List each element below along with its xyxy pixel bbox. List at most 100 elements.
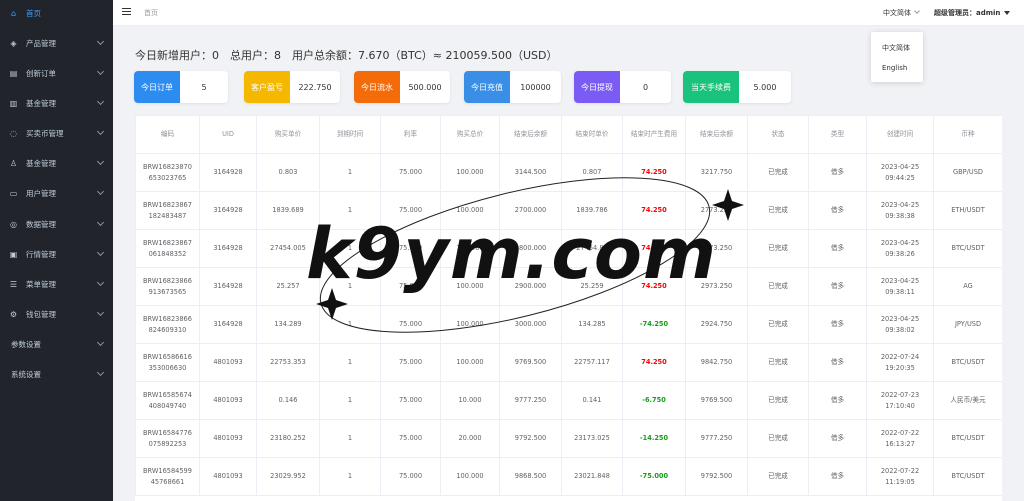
table-row[interactable]: BRW16823870 653023765 3164928 0.803 1 75.000… xyxy=(135,153,1002,192)
sidebar-item-2[interactable]: ▤ 创新订单 xyxy=(0,58,113,88)
table-cell: 4801093 xyxy=(199,381,257,420)
stat-card: 今日提现 0 xyxy=(574,71,671,103)
sidebar-item-label: 基金管理 xyxy=(26,158,56,168)
table-cell: 0.803 xyxy=(256,153,320,192)
table-cell: 2700.000 xyxy=(499,191,562,230)
table-row[interactable]: BRW16584599 45768661 4801093 23029.952 1 75.… xyxy=(135,457,1002,496)
sidebar-item-0[interactable]: ⌂ 首页 xyxy=(0,0,113,28)
table-cell: 23021.848 xyxy=(561,457,623,496)
table-cell: 2023-04-25 09:38:02 xyxy=(866,305,934,344)
sidebar-item-label: 参数设置 xyxy=(11,339,41,349)
table-cell: 100.000 xyxy=(440,267,500,306)
chevron-down-icon xyxy=(96,368,105,377)
sidebar-item-10[interactable]: ⚙ 钱包管理 xyxy=(0,299,113,329)
table-cell: 1 xyxy=(319,305,381,344)
table-cell: 4801093 xyxy=(199,457,257,496)
table-cell: 1 xyxy=(319,419,381,458)
table-cell: 75.000 xyxy=(380,419,441,458)
chevron-down-icon xyxy=(96,338,105,347)
table-cell: 1 xyxy=(319,229,381,268)
table-cell: BTC/USDT xyxy=(933,343,1002,382)
table-cell: 借多 xyxy=(808,381,867,420)
admin-menu[interactable]: 超级管理员：admin xyxy=(934,8,1011,18)
table-row[interactable]: BRW16823867 182483487 3164928 1839.689 1 75.… xyxy=(135,191,1002,230)
table-cell: 0.141 xyxy=(561,381,623,420)
sidebar-item-label: 基金管理 xyxy=(26,98,56,108)
caret-down-icon xyxy=(1004,11,1011,15)
table-cell: 1 xyxy=(319,457,381,496)
column-header: 结束后余额 xyxy=(499,115,562,154)
table-row[interactable]: BRW16586616 353006630 4801093 22753.353 1 75… xyxy=(135,343,1002,382)
sidebar: ⌂ 首页 ◈ 产品管理 ▤ 创新订单 ▥ 基金管理 ◌ 买卖币管理 ♙ 基金管理 ▭ 用户管理 ◎ 数据管理 ▣… xyxy=(0,0,113,501)
list-icon: ☰ xyxy=(9,279,18,289)
chevron-down-icon xyxy=(96,67,105,76)
bank-icon: ▥ xyxy=(9,98,18,108)
table-cell: BRW16586616 353006630 xyxy=(135,343,200,382)
breadcrumb[interactable]: 首页 xyxy=(144,8,158,18)
sidebar-item-5[interactable]: ♙ 基金管理 xyxy=(0,148,113,178)
exchange-icon: ◌ xyxy=(10,128,17,138)
stat-card-value: 500.000 xyxy=(408,82,442,92)
table-cell: 3144.500 xyxy=(499,153,562,192)
table-cell: 2773.250 xyxy=(685,191,748,230)
document-icon: ▭ xyxy=(9,188,18,198)
column-header: 结束时单价 xyxy=(561,115,623,154)
table-row[interactable]: BRW16823866 824609310 3164928 134.289 1 75.0… xyxy=(135,305,1002,344)
sidebar-item-4[interactable]: ◌ 买卖币管理 xyxy=(0,118,113,148)
database-icon: ◎ xyxy=(10,219,17,229)
sidebar-item-3[interactable]: ▥ 基金管理 xyxy=(0,88,113,118)
table-cell: -14.250 xyxy=(622,419,686,458)
sidebar-item-9[interactable]: ☰ 菜单管理 xyxy=(0,269,113,299)
stat-card-value: 5.000 xyxy=(753,82,777,92)
table-row[interactable]: BRW16823866 913673565 3164928 25.257 1 75.00… xyxy=(135,267,1002,306)
chevron-down-icon xyxy=(96,248,105,257)
table-cell: 75.000 xyxy=(380,267,441,306)
table-cell: 22757.117 xyxy=(561,343,623,382)
sidebar-item-1[interactable]: ◈ 产品管理 xyxy=(0,28,113,58)
menu-toggle-icon[interactable] xyxy=(122,8,131,16)
sidebar-item-6[interactable]: ▭ 用户管理 xyxy=(0,178,113,208)
table-cell: 74.250 xyxy=(622,343,686,382)
language-dropdown: 中文简体 English xyxy=(871,32,923,82)
table-cell: 75.000 xyxy=(380,381,441,420)
table-row[interactable]: BRW16584776 075892253 4801093 23180.252 1 75… xyxy=(135,419,1002,458)
table-cell: 27454.005 xyxy=(256,229,320,268)
table-header-row: 编码 UID 购买单价 到期时间 利率 购买总价 结束后余额 结束时单价 结束时产生费用 结束后余… xyxy=(135,115,1002,154)
table-cell: -6.750 xyxy=(622,381,686,420)
sidebar-item-7[interactable]: ◎ 数据管理 xyxy=(0,209,113,239)
table-cell: 1 xyxy=(319,381,381,420)
chevron-down-icon xyxy=(96,187,105,196)
table-cell: 2022-07-22 11:19:05 xyxy=(866,457,934,496)
sidebar-item-12[interactable]: 系统设置 xyxy=(0,359,113,389)
table-cell: 3164928 xyxy=(199,305,257,344)
cube-icon: ◈ xyxy=(10,38,17,48)
lang-option-en[interactable]: English xyxy=(871,58,923,78)
table-cell: 1 xyxy=(319,267,381,306)
column-header: 购买总价 xyxy=(440,115,500,154)
table-cell: 4801093 xyxy=(199,419,257,458)
table-row[interactable]: BRW16585674 408049740 4801093 0.146 1 75.000… xyxy=(135,381,1002,420)
stat-card-label: 今日充值 xyxy=(464,71,510,103)
language-selector[interactable]: 中文简体 xyxy=(883,8,920,18)
table-cell: 100.000 xyxy=(440,343,500,382)
stat-card-value: 0 xyxy=(642,82,649,92)
table-cell: 9777.250 xyxy=(685,419,748,458)
column-header: 创建时间 xyxy=(866,115,934,154)
table-cell: 9769.500 xyxy=(499,343,562,382)
table-row[interactable]: BRW16823867 061848352 3164928 27454.005 1 75… xyxy=(135,229,1002,268)
table-cell: 1 xyxy=(319,191,381,230)
stat-card-label: 今日提现 xyxy=(574,71,620,103)
sidebar-item-label: 菜单管理 xyxy=(26,279,56,289)
table-cell: 借多 xyxy=(808,305,867,344)
table-cell: BRW16823866 824609310 xyxy=(135,305,200,344)
sidebar-item-8[interactable]: ▣ 行情管理 xyxy=(0,239,113,269)
lang-option-zh[interactable]: 中文简体 xyxy=(871,38,923,58)
stats-summary: 今日新增用户：0 总用户：8 用户总余额：7.670（BTC）≈ 210059.… xyxy=(135,49,558,62)
sidebar-item-label: 买卖币管理 xyxy=(26,128,64,138)
table-cell: 25.259 xyxy=(561,267,623,306)
table-cell: 借多 xyxy=(808,191,867,230)
sidebar-item-11[interactable]: 参数设置 xyxy=(0,329,113,359)
user-icon: ♙ xyxy=(9,158,18,168)
chevron-down-icon xyxy=(96,218,105,227)
stat-card-label: 客户盈亏 xyxy=(244,71,290,103)
